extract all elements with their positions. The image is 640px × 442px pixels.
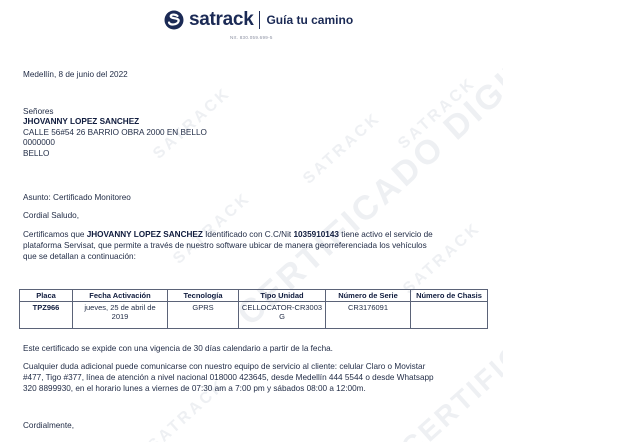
brand-tagline: Guía tu camino [266, 13, 354, 27]
recipient-city: BELLO [23, 149, 50, 158]
holder-id: 1035910143 [293, 230, 339, 239]
contact-info: #477, Tigo #377, línea de atención a niv… [23, 373, 434, 382]
document-number: NIt. 830.059.699-5 [230, 35, 273, 40]
watermark-text: SATRACK [395, 74, 480, 153]
certification-paragraph: Certificamos que JHOVANNY LOPEZ SANCHEZ … [23, 230, 433, 239]
vehicles-table: Placa Fecha Activación Tecnología Tipo U… [19, 289, 488, 329]
certificate-page: SATRACK SATRACK SATRACK SATRACK SATRACK … [0, 0, 503, 442]
letter-subject: Asunto: Certificado Monitoreo [23, 193, 131, 202]
cell-activation-date: jueves, 25 de abril de 2019 [72, 301, 168, 329]
closing: Cordialmente, [23, 421, 74, 430]
column-header: Tecnología [167, 289, 239, 302]
watermark-text: SATRACK [300, 109, 385, 188]
table-row: TPZ966 jueves, 25 de abril de 2019 GPRS … [19, 301, 488, 329]
cell-chassis-number [410, 301, 488, 329]
satrack-logo: satrack Guía tu camino [164, 9, 353, 31]
satrack-logo-icon [164, 10, 184, 30]
watermark-text: SATRACK [150, 84, 235, 163]
contact-info: Cualquier duda adicional puede comunicar… [23, 362, 426, 371]
brand-name: satrack [189, 9, 254, 30]
cell-serial-number: CR3176091 [325, 301, 411, 329]
column-header: Número de Serie [325, 289, 411, 302]
cell-technology: GPRS [167, 301, 239, 329]
contact-info: 320 8899930, en el horario lunes a viern… [23, 384, 366, 393]
cell-plate: TPZ966 [19, 301, 73, 329]
viewer-background [503, 0, 640, 442]
validity-statement: Este certificado se expide con una vigen… [23, 344, 333, 353]
column-header: Número de Chasis [410, 289, 488, 302]
recipient-name: JHOVANNY LOPEZ SANCHEZ [23, 117, 140, 126]
column-header: Fecha Activación [72, 289, 168, 302]
letter-date: Medellín, 8 de junio del 2022 [23, 70, 128, 79]
letter-greeting: Cordial Saludo, [23, 211, 79, 220]
logo-divider [259, 11, 261, 29]
cell-unit-type: CELLOCATOR-CR3003G [238, 301, 326, 329]
certification-paragraph-line: que se detallan a continuación: [23, 252, 136, 261]
table-header-row: Placa Fecha Activación Tecnología Tipo U… [19, 289, 488, 302]
certification-paragraph-line: plataforma Servisat, que permite a travé… [23, 241, 427, 250]
recipient-postal-code: 0000000 [23, 138, 55, 147]
column-header: Tipo Unidad [238, 289, 326, 302]
holder-name: JHOVANNY LOPEZ SANCHEZ [86, 230, 203, 239]
column-header: Placa [19, 289, 73, 302]
watermark-diagonal: CERTIFICADO DIGITAL [230, 15, 503, 334]
